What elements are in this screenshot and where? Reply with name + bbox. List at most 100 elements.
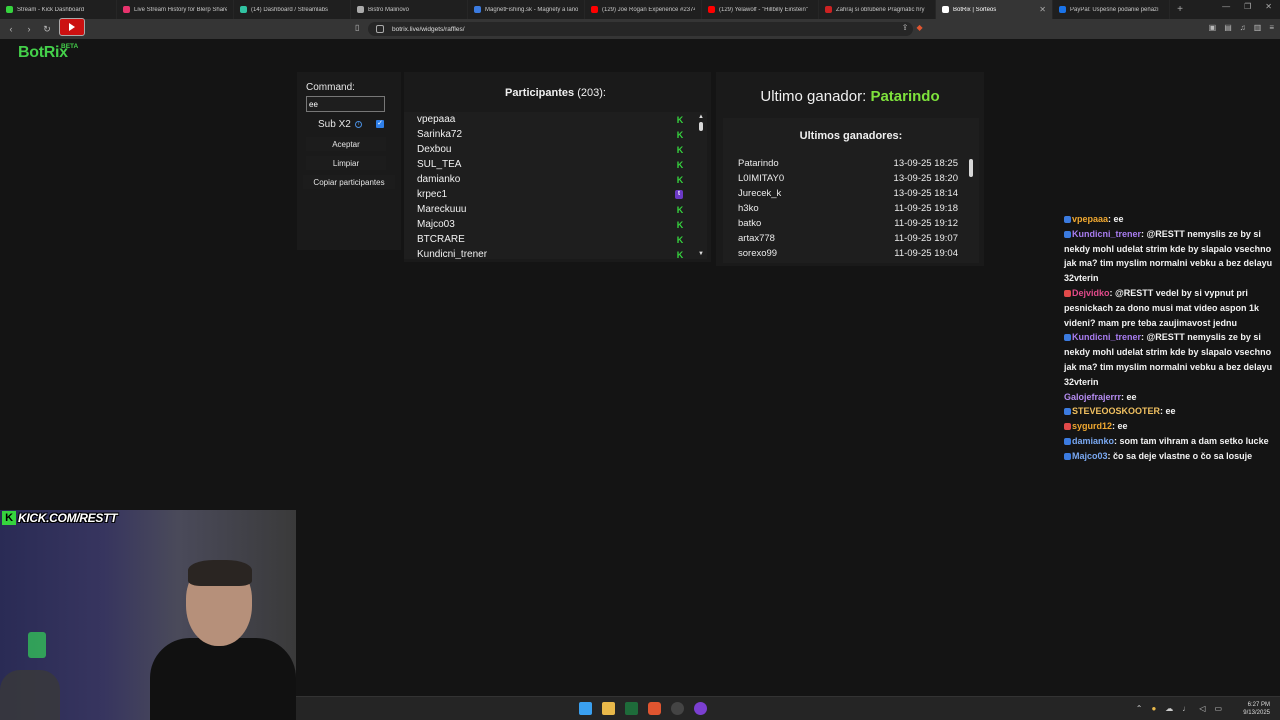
- participant-row[interactable]: krpec1 t: [404, 187, 707, 202]
- share-icon[interactable]: ⇪: [902, 23, 909, 32]
- browser-tab[interactable]: (14) Dashboard / Streamlabs: [234, 0, 351, 19]
- close-window-icon[interactable]: ✕: [1265, 2, 1272, 11]
- browser-tab[interactable]: MagnetFishing.sk - Magnety a lano: [468, 0, 585, 19]
- tray-chevron-icon[interactable]: ⌃: [1136, 704, 1143, 713]
- kick-platform-icon: K: [676, 129, 684, 140]
- sidebar-icon[interactable]: ▥: [1254, 23, 1262, 32]
- browser-toolbar-icons: ⇪ ◆ ▣ ▤ ♫ ▥ ≡: [902, 23, 1274, 32]
- browser-tab[interactable]: Live Stream History for Blerp Share: [117, 0, 234, 19]
- site-info-icon[interactable]: [376, 25, 384, 33]
- recent-winners-title: Ultimos ganadores:: [799, 130, 903, 142]
- winner-row: sorexo99 11-09-25 19:04: [723, 246, 979, 261]
- scroll-down-icon[interactable]: ▼: [698, 251, 704, 257]
- browser-tab[interactable]: Zahraj si obľúbené Pragmatic hry: [819, 0, 936, 19]
- media-icon[interactable]: ♫: [1240, 23, 1246, 32]
- participant-row[interactable]: Mareckuuu K: [404, 202, 707, 217]
- copy-participants-button[interactable]: Copiar participantes: [303, 175, 395, 189]
- participant-row[interactable]: Kundicni_trener K: [404, 247, 707, 259]
- windows-start-icon[interactable]: [579, 702, 592, 715]
- winner-name: h3ko: [738, 203, 759, 214]
- participant-name: SUL_TEA: [417, 159, 462, 170]
- chat-message: Kundicni_trener: @RESTT nemyslis ze by s…: [1064, 228, 1273, 284]
- participants-scrollbar[interactable]: [699, 122, 703, 131]
- chat-message: STEVEOOSKOOTER: ee: [1064, 404, 1278, 419]
- youtube-icon: [708, 6, 715, 13]
- participant-row[interactable]: damianko K: [404, 172, 707, 187]
- last-winner-heading: Ultimo ganador: Patarindo: [716, 88, 984, 105]
- kick-logo-icon: K: [2, 511, 16, 525]
- youtube-icon: [591, 6, 598, 13]
- chat-badge-icon: [1064, 230, 1071, 238]
- chat-username: Majco03: [1072, 450, 1108, 461]
- winners-scrollbar[interactable]: [969, 159, 973, 177]
- winner-name: Patarindo: [738, 158, 779, 169]
- minimize-icon[interactable]: —: [1222, 2, 1230, 11]
- accept-button[interactable]: Aceptar: [306, 137, 386, 151]
- menu-icon[interactable]: ≡: [1269, 23, 1274, 32]
- obs-icon[interactable]: [671, 702, 684, 715]
- close-tab-icon[interactable]: ✕: [1039, 5, 1046, 14]
- kick-platform-icon: K: [676, 234, 684, 245]
- taskbar-apps: [579, 702, 707, 715]
- chat-username: Dejvidko: [1072, 287, 1110, 298]
- system-clock[interactable]: 6:27 PM 9/13/2025: [1243, 701, 1270, 717]
- participant-row[interactable]: Majco03 K: [404, 217, 707, 232]
- chat-text: čo sa deje vlastne o čo sa losuje: [1113, 450, 1253, 461]
- participants-list[interactable]: vpepaaa K Sarinka72 K Dexbou K SUL_TEA Kdamiank…: [404, 112, 707, 259]
- participant-row[interactable]: BTCRARE K: [404, 232, 707, 247]
- browser-tab[interactable]: (129) Joe Rogan Experience #2374: [585, 0, 702, 19]
- browser-tab[interactable]: (129) Yelawolf - "Hillbilly Einstein": [702, 0, 819, 19]
- reload-icon[interactable]: ↻: [40, 24, 54, 35]
- info-icon[interactable]: i: [354, 121, 362, 128]
- browser-tab[interactable]: BotRix | Sorteos ✕: [936, 0, 1053, 19]
- mic-icon[interactable]: ♩: [1182, 704, 1190, 713]
- participant-row[interactable]: Sarinka72 K: [404, 127, 707, 142]
- winner-row: Jurecek_k 13-09-25 18:14: [723, 186, 979, 201]
- winner-row: L0IMITAY0 13-09-25 18:20: [723, 171, 979, 186]
- new-tab-icon[interactable]: +: [1170, 4, 1190, 15]
- kick-platform-icon: K: [676, 204, 684, 215]
- brave-shield-icon[interactable]: ◆: [916, 23, 922, 32]
- chat-text: ee: [1117, 421, 1128, 432]
- clear-button[interactable]: Limpiar: [306, 156, 386, 170]
- network-icon[interactable]: ▭: [1214, 704, 1222, 713]
- participant-row[interactable]: vpepaaa K: [404, 112, 707, 127]
- participant-name: krpec1: [417, 189, 448, 200]
- bookmark-icon[interactable]: ▯: [355, 23, 359, 32]
- participant-row[interactable]: SUL_TEA K: [404, 157, 707, 172]
- onedrive-icon[interactable]: ☁: [1165, 704, 1173, 713]
- file-explorer-icon[interactable]: [602, 702, 615, 715]
- streamlabs-icon[interactable]: [694, 702, 707, 715]
- kick-icon: [6, 6, 13, 13]
- kick-platform-icon: K: [676, 219, 684, 230]
- chat-badge-icon: [1064, 452, 1071, 460]
- extensions-icon[interactable]: ▣: [1209, 23, 1217, 32]
- browser-tab[interactable]: PayPal: Úspešné podanie peňazí: [1053, 0, 1170, 19]
- participants-count: (203):: [577, 87, 606, 99]
- recent-winners-list[interactable]: Ultimos ganadores: Patarindo 13-09-25 18:…: [723, 118, 979, 263]
- back-icon[interactable]: ‹: [4, 24, 18, 34]
- scroll-up-icon[interactable]: ▲: [698, 114, 704, 120]
- tab-strip: Stream - Kick Dashboard Live Stream Histo…: [0, 0, 1280, 19]
- brave-browser-icon[interactable]: [648, 702, 661, 715]
- participant-row[interactable]: Dexbou K: [404, 142, 707, 157]
- sub-x2-label: Sub X2: [318, 119, 351, 130]
- browser-tab[interactable]: Bistro Malinovo: [351, 0, 468, 19]
- tray-app-icon[interactable]: ●: [1151, 704, 1156, 713]
- volume-icon[interactable]: ◁: [1199, 704, 1205, 713]
- command-input[interactable]: [306, 96, 385, 112]
- restore-icon[interactable]: ❐: [1244, 2, 1251, 11]
- terminal-icon[interactable]: [625, 702, 638, 715]
- sub-x2-checkbox[interactable]: ✓: [376, 120, 384, 128]
- browser-tab[interactable]: Stream - Kick Dashboard: [0, 0, 117, 19]
- chat-badge-icon: [1064, 289, 1071, 297]
- streamlabs-icon: [240, 6, 247, 13]
- wallet-icon[interactable]: ▤: [1224, 23, 1232, 32]
- raffle-controls: Command: Sub X2 i ✓ Aceptar Limpiar Copi…: [297, 72, 401, 250]
- tab-label: Stream - Kick Dashboard: [17, 6, 85, 13]
- address-bar[interactable]: botrix.live/widgets/raffles/: [368, 22, 913, 36]
- chat-text: som tam vihram a dam setko lucke: [1119, 435, 1269, 446]
- kick-platform-icon: K: [676, 114, 684, 125]
- forward-icon[interactable]: ›: [22, 24, 36, 34]
- participant-name: damianko: [417, 174, 461, 185]
